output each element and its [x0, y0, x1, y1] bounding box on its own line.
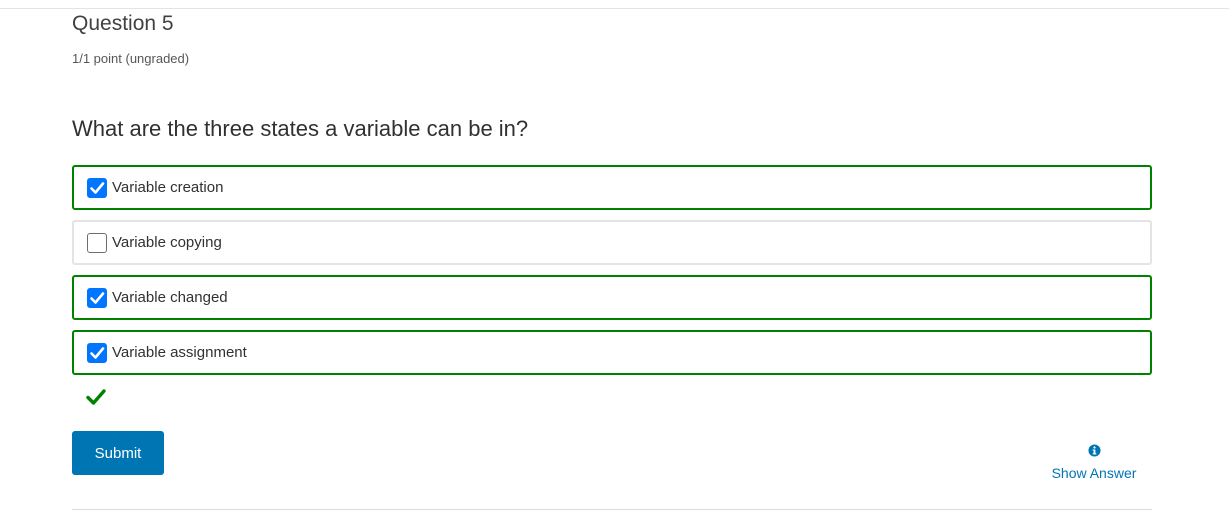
question-title: Question 5: [72, 12, 174, 35]
submit-button[interactable]: Submit: [72, 431, 164, 475]
checkbox-checked[interactable]: [87, 288, 107, 308]
option-label: Variable assignment: [112, 344, 247, 361]
checkbox-unchecked[interactable]: [87, 233, 107, 253]
checkmark-icon: [90, 347, 105, 359]
info-icon: [1087, 444, 1101, 457]
checkbox-checked[interactable]: [87, 343, 107, 363]
checkmark-icon: [90, 292, 105, 304]
bottom-divider: [72, 509, 1152, 510]
show-answer-button[interactable]: Show Answer: [1044, 444, 1144, 481]
checkbox-checked[interactable]: [87, 178, 107, 198]
option-variable-creation[interactable]: Variable creation: [72, 165, 1152, 210]
option-variable-copying[interactable]: Variable copying: [72, 220, 1152, 265]
option-label: Variable copying: [112, 234, 222, 251]
option-variable-assignment[interactable]: Variable assignment: [72, 330, 1152, 375]
correct-checkmark-icon: [86, 389, 106, 405]
question-points: 1/1 point (ungraded): [72, 51, 190, 66]
option-label: Variable creation: [112, 179, 224, 196]
checkmark-icon: [90, 182, 105, 194]
top-divider: [0, 8, 1229, 9]
option-variable-changed[interactable]: Variable changed: [72, 275, 1152, 320]
question-prompt: What are the three states a variable can…: [72, 116, 529, 141]
option-label: Variable changed: [112, 289, 228, 306]
show-answer-label: Show Answer: [1051, 465, 1137, 481]
